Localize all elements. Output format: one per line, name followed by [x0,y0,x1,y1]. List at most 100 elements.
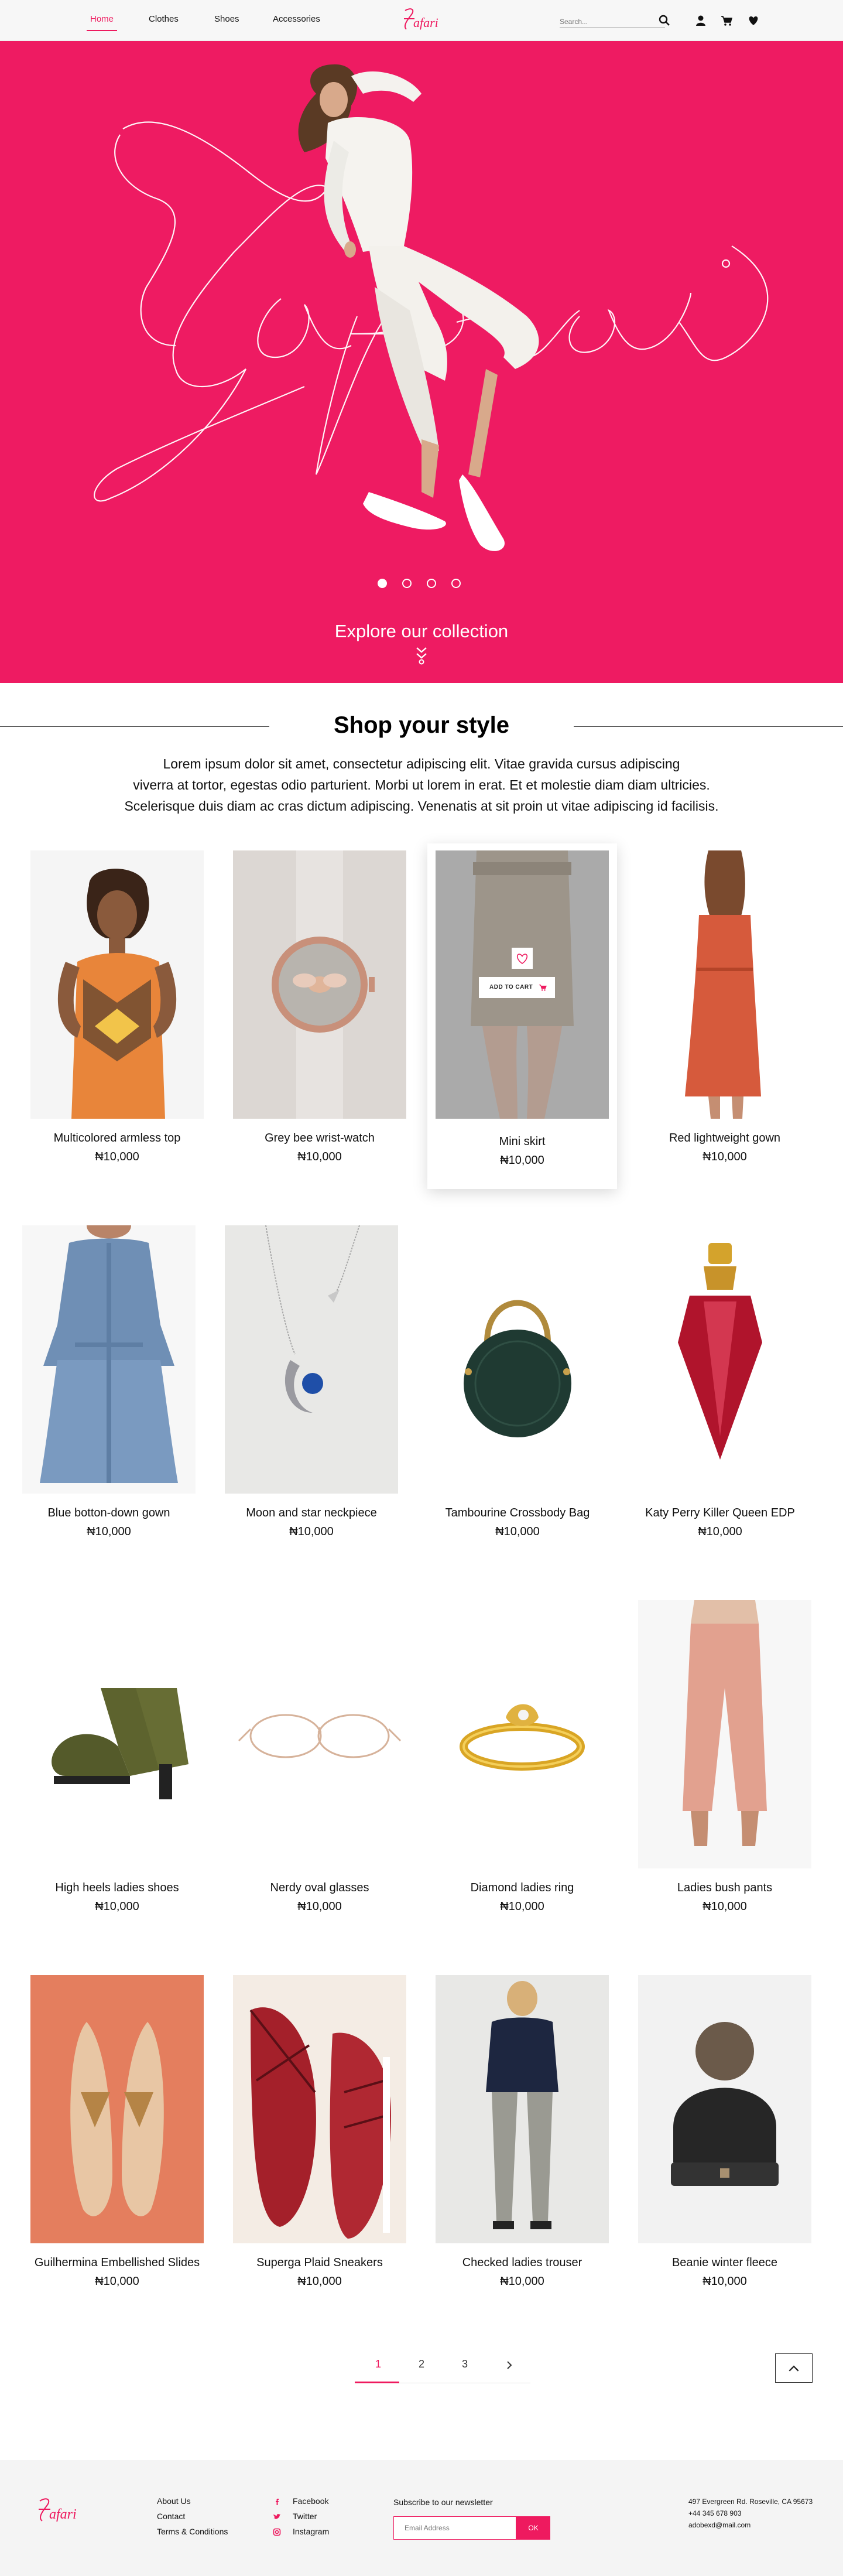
newsletter-label: Subscribe to our newsletter [393,2498,493,2507]
product-name[interactable]: Checked ladies trouser [436,2256,609,2270]
product-price: ₦10,000 [495,1525,540,1538]
product-name[interactable]: High heels ladies shoes [30,1881,204,1895]
instagram-icon[interactable] [273,2528,281,2536]
search-field[interactable] [560,14,665,28]
product-price: ₦10,000 [297,2275,342,2288]
product-card[interactable]: Tambourine Crossbody Bag ₦10,000 [431,1225,604,1538]
product-image [30,850,204,1119]
twitter-icon[interactable] [273,2513,281,2521]
product-card[interactable]: High heels ladies shoes ₦10,000 [30,1600,204,1913]
product-name[interactable]: Superga Plaid Sneakers [233,2256,406,2270]
product-card[interactable]: Red lightweight gown ₦10,000 [638,850,811,1163]
product-name[interactable]: Multicolored armless top [30,1132,204,1145]
product-card[interactable]: Diamond ladies ring ₦10,000 [436,1600,609,1913]
product-image [22,1225,196,1494]
explore-collection-link[interactable]: Explore our collection [0,621,843,642]
footer-social-twitter[interactable]: Twitter [293,2512,317,2521]
back-to-top-button[interactable] [775,2353,813,2383]
heart-outline-icon [516,954,528,964]
product-price: ₦10,000 [297,1900,342,1913]
product-name[interactable]: Diamond ladies ring [436,1881,609,1895]
product-card[interactable]: Checked ladies trouser ₦10,000 [436,1975,609,2288]
product-image [233,1600,406,1868]
product-price: ₦10,000 [95,2275,139,2288]
nav-accessories[interactable]: Accessories [273,14,320,30]
product-price: ₦10,000 [289,1525,334,1538]
chevron-right-icon[interactable] [503,2359,515,2371]
intro-line-1: Lorem ipsum dolor sit amet, consectetur … [163,756,680,771]
nav-clothes[interactable]: Clothes [149,14,179,30]
footer-email[interactable]: adobexd@mail.com [688,2521,751,2529]
product-card[interactable]: Grey bee wrist-watch ₦10,000 [233,850,406,1163]
hero-banner: Explore our collection [0,41,843,683]
product-card[interactable]: Nerdy oval glasses ₦10,000 [233,1600,406,1913]
nav-shoes[interactable]: Shoes [214,14,239,30]
footer-link-about[interactable]: About Us [157,2496,191,2506]
product-image [638,850,811,1119]
add-to-cart-label: ADD TO CART [489,984,533,990]
cart-icon[interactable] [720,14,733,27]
product-image [225,1225,398,1494]
product-card[interactable]: Superga Plaid Sneakers ₦10,000 [233,1975,406,2288]
brand-logo[interactable]: afari [398,6,445,34]
footer-link-contact[interactable]: Contact [157,2512,185,2521]
product-price: ₦10,000 [87,1525,131,1538]
user-icon[interactable] [694,14,707,27]
product-name[interactable]: Beanie winter fleece [638,2256,811,2270]
product-card[interactable]: Beanie winter fleece ₦10,000 [638,1975,811,2288]
product-name[interactable]: Mini skirt [436,1135,609,1149]
intro-line-3: Scelerisque duis diam ac cras dictum adi… [124,798,719,814]
product-name[interactable]: Ladies bush pants [638,1881,811,1895]
footer-social-instagram[interactable]: Instagram [293,2527,329,2536]
pagination-active-indicator [355,2382,399,2383]
product-price: ₦10,000 [500,1900,544,1913]
site-footer: afari About Us Contact Terms & Condition… [0,2460,843,2576]
page-1[interactable]: 1 [361,2358,396,2370]
product-name[interactable]: Guilhermina Embellished Slides [30,2256,204,2270]
cart-icon [539,985,547,991]
product-image [633,1225,807,1494]
product-image [30,1975,204,2243]
footer-social-facebook[interactable]: Facebook [293,2496,328,2506]
product-name[interactable]: Moon and star neckpiece [225,1506,398,1520]
product-card[interactable]: Moon and star neckpiece ₦10,000 [225,1225,398,1538]
chevron-down-icon[interactable] [412,644,431,665]
footer-brand-logo[interactable]: afari [33,2495,85,2527]
product-name[interactable]: Grey bee wrist-watch [233,1132,406,1145]
product-card[interactable]: Ladies bush pants ₦10,000 [638,1600,811,1913]
product-image [233,1975,406,2243]
page-3[interactable]: 3 [447,2358,482,2370]
product-name[interactable]: Red lightweight gown [638,1132,811,1145]
facebook-icon[interactable] [273,2498,281,2506]
wishlist-button[interactable] [512,948,533,969]
page-2[interactable]: 2 [404,2358,439,2370]
product-price: ₦10,000 [95,1150,139,1163]
slide-dot-2[interactable] [402,579,412,588]
intro-line-2: viverra at tortor, egestas odio parturie… [133,777,710,792]
slide-dot-4[interactable] [451,579,461,588]
search-icon[interactable] [658,14,671,27]
footer-address: 497 Evergreen Rd. Roseville, CA 95673 [688,2498,813,2506]
nav-home[interactable]: Home [87,14,118,31]
add-to-cart-button[interactable]: ADD TO CART [479,977,555,998]
product-name[interactable]: Nerdy oval glasses [233,1881,406,1895]
svg-text:afari: afari [49,2507,77,2522]
search-input[interactable] [560,14,647,26]
newsletter-email-input[interactable] [393,2516,516,2540]
product-name[interactable]: Tambourine Crossbody Bag [431,1506,604,1520]
product-card[interactable]: Multicolored armless top ₦10,000 [30,850,204,1163]
product-image [638,1600,811,1868]
newsletter-submit-button[interactable]: OK [516,2516,550,2540]
footer-link-terms[interactable]: Terms & Conditions [157,2527,228,2536]
product-card[interactable]: Blue botton-down gown ₦10,000 [22,1225,196,1538]
brand-wordmark: afari [413,15,438,30]
product-name[interactable]: Katy Perry Killer Queen EDP [633,1506,807,1520]
slide-dot-1[interactable] [378,579,387,588]
slide-dot-3[interactable] [427,579,436,588]
heart-icon[interactable] [747,14,760,27]
product-card[interactable]: Guilhermina Embellished Slides ₦10,000 [30,1975,204,2288]
product-image [30,1600,204,1868]
product-card-hovered[interactable]: ADD TO CART Mini skirt ₦10,000 [436,850,609,1167]
product-card[interactable]: Katy Perry Killer Queen EDP ₦10,000 [633,1225,807,1538]
product-name[interactable]: Blue botton-down gown [22,1506,196,1520]
